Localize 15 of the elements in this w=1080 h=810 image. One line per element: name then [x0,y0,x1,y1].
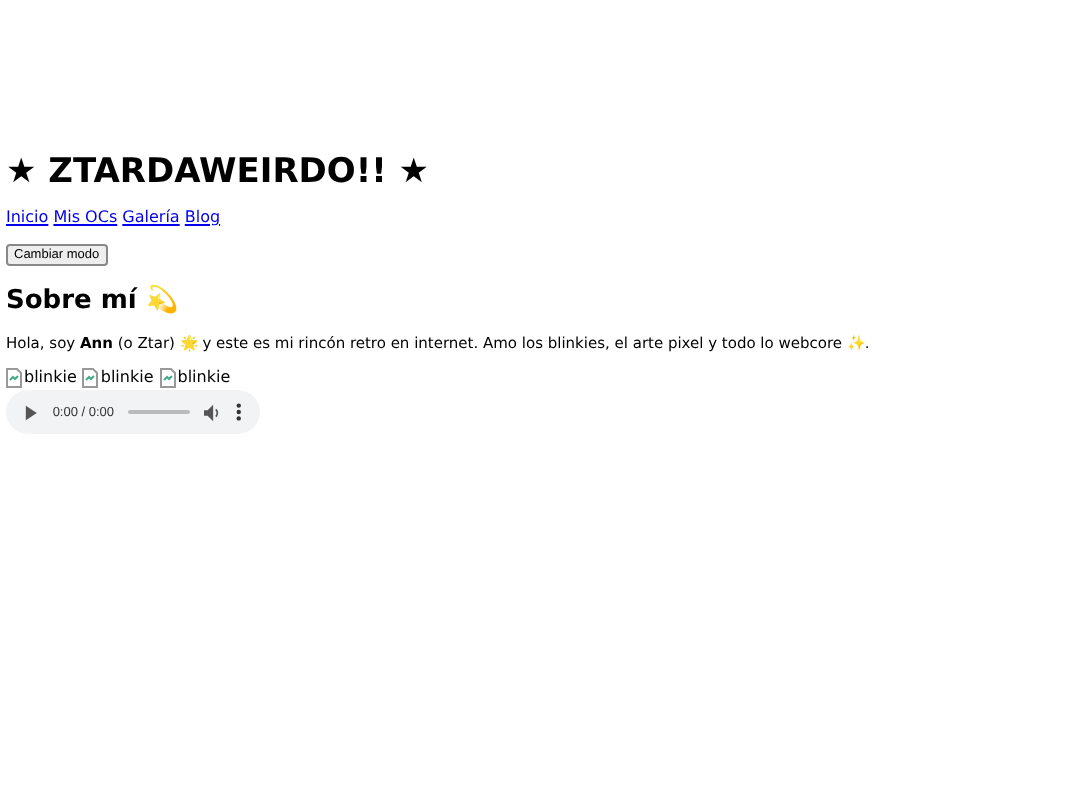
nav-link[interactable]: Blog [184,208,221,226]
broken-image-icon [6,368,22,388]
nav-link[interactable]: Mis OCs [53,208,118,226]
broken-image-icon [82,368,99,388]
image-alt-text: blinkie [177,368,231,388]
more-options-icon[interactable] [236,402,242,422]
image-alt-text: blinkie [100,368,154,388]
site-title: ★ ZTARDAWEIRDO!! ★ [6,152,432,192]
image-alt-text: blinkie [24,368,77,388]
section-heading: Sobre mí 💫 [6,286,180,318]
play-icon[interactable] [24,403,39,421]
nav-link[interactable]: Galería [122,208,180,226]
volume-icon[interactable] [204,403,223,421]
nav-link[interactable]: Inicio [6,208,49,226]
broken-image-icon [159,368,176,388]
